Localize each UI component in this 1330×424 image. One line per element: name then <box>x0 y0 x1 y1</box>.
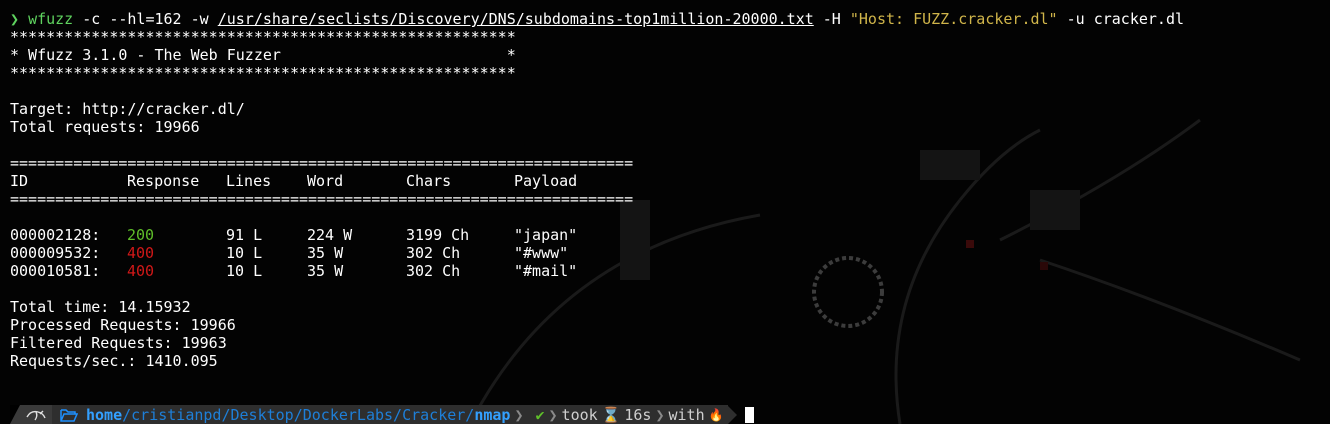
summary-filtered: Filtered Requests: 19963 <box>10 334 227 352</box>
row-id: 000002128: <box>10 226 101 244</box>
success-check-icon: ✔ <box>535 405 545 424</box>
segment-slant <box>10 405 20 424</box>
terminal-window[interactable]: ❯ wfuzz -c --hl=162 -w /usr/share/seclis… <box>0 0 1330 424</box>
row-lines: 91 L <box>226 226 263 244</box>
header-id: ID <box>10 172 29 190</box>
path-middle: /cristianpd/Desktop/DockerLabs/Cracker/ <box>122 405 475 424</box>
kali-dragon-icon <box>26 410 46 420</box>
row-chars: 3199 Ch <box>406 226 470 244</box>
wordlist-path: /usr/share/seclists/Discovery/DNS/subdom… <box>217 10 814 28</box>
row-lines: 10 L <box>226 262 263 280</box>
row-word: 35 W <box>307 244 344 262</box>
header-lines: Lines <box>226 172 272 190</box>
took-label: took <box>561 405 598 424</box>
row-chars: 302 Ch <box>406 244 461 262</box>
command-line: ❯ wfuzz -c --hl=162 -w /usr/share/seclis… <box>10 10 1320 28</box>
row-response: 400 <box>127 262 155 280</box>
row-response: 400 <box>127 244 155 262</box>
command-args: -c --hl=162 -w <box>73 10 218 28</box>
segment-separator: ❯ <box>655 405 665 424</box>
prompt-symbol: ❯ <box>10 10 20 28</box>
row-lines: 10 L <box>226 244 263 262</box>
row-response: 200 <box>127 226 155 244</box>
path-current-folder: nmap <box>474 405 511 424</box>
command-args-after: -u cracker.dl <box>1057 10 1185 28</box>
path-home: home <box>86 405 123 424</box>
header-word: Word <box>307 172 344 190</box>
prompt-directory-segment: home/cristianpd/Desktop/DockerLabs/Crack… <box>52 405 532 424</box>
row-payload: "#www" <box>514 244 569 262</box>
segment-separator: ❯ <box>548 405 558 424</box>
table-row: 000009532: 400 10 L 35 W 302 Ch "#www" <box>10 244 1320 262</box>
fire-icon: 🔥 <box>708 407 724 422</box>
row-chars: 302 Ch <box>406 262 461 280</box>
table-header-row: ID Response Lines Word Chars Payload <box>10 172 1320 190</box>
table-row: 000002128: 200 91 L 224 W 3199 Ch "japan" <box>10 226 1320 244</box>
command-duration: 16s <box>624 405 652 424</box>
summary-total-time: Total time: 14.15932 <box>10 298 191 316</box>
folder-open-icon <box>60 408 78 422</box>
prompt-status-segment: ✔ ❯ took ⌛ 16s ❯ with 🔥 <box>531 405 728 424</box>
row-word: 224 W <box>307 226 353 244</box>
row-id: 000010581: <box>10 262 101 280</box>
prompt-end-arrow <box>727 405 737 424</box>
table-row: 000010581: 400 10 L 35 W 302 Ch "#mail" <box>10 262 1320 280</box>
prompt-os-segment <box>10 405 52 424</box>
table-rule-bottom: ========================================… <box>10 190 634 208</box>
summary-rate: Requests/sec.: 1410.095 <box>10 352 218 370</box>
target-line: Target: http://cracker.dl/ <box>10 100 245 118</box>
row-word: 35 W <box>307 262 344 280</box>
banner-stars-bottom: ****************************************… <box>10 64 516 82</box>
text-cursor[interactable] <box>744 406 754 423</box>
command-args-middle: -H <box>813 10 850 28</box>
terminal-output: ❯ wfuzz -c --hl=162 -w /usr/share/seclis… <box>10 10 1320 370</box>
summary-processed: Processed Requests: 19966 <box>10 316 236 334</box>
total-requests-line: Total requests: 19966 <box>10 118 200 136</box>
row-payload: "japan" <box>514 226 578 244</box>
hourglass-icon: ⌛ <box>601 405 621 424</box>
with-label: with <box>668 405 705 424</box>
banner-title: * Wfuzz 3.1.0 - The Web Fuzzer * <box>10 46 516 64</box>
host-header-string: "Host: FUZZ.cracker.dl" <box>849 10 1058 28</box>
row-payload: "#mail" <box>514 262 578 280</box>
segment-separator: ❯ <box>514 405 524 424</box>
shell-prompt: home/cristianpd/Desktop/DockerLabs/Crack… <box>10 405 754 424</box>
row-id: 000009532: <box>10 244 101 262</box>
banner-stars-top: ****************************************… <box>10 28 516 46</box>
command-program: wfuzz <box>28 10 74 28</box>
header-chars: Chars <box>406 172 452 190</box>
header-response: Response <box>127 172 200 190</box>
header-payload: Payload <box>514 172 578 190</box>
table-rule-top: ========================================… <box>10 154 634 172</box>
